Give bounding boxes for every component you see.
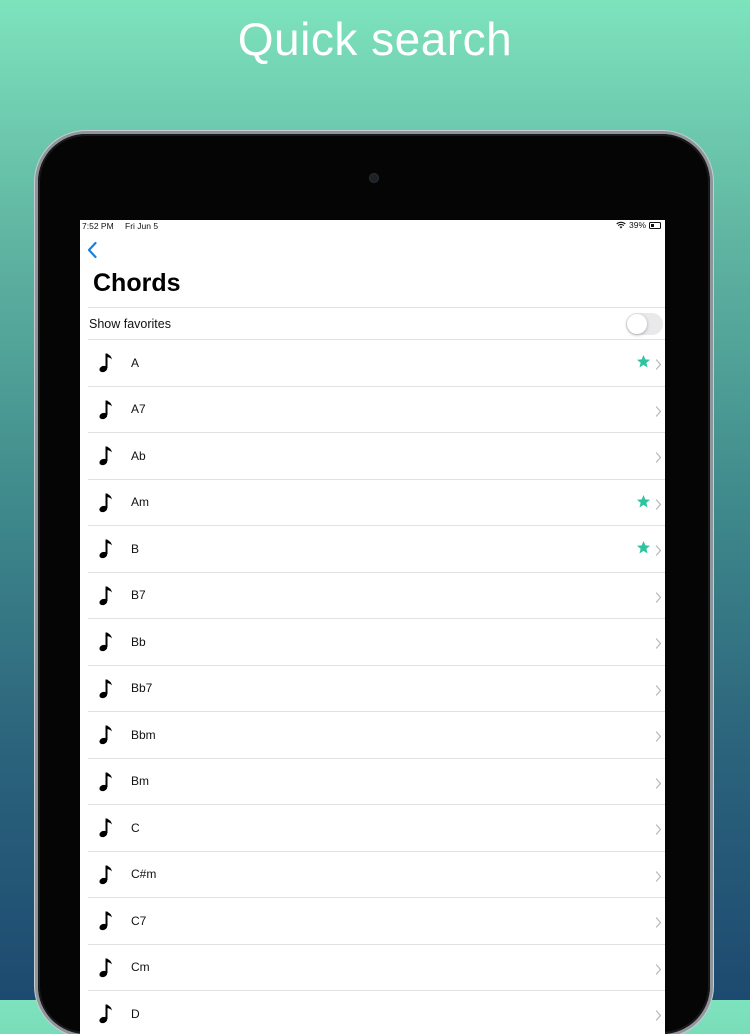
show-favorites-label: Show favorites — [89, 316, 171, 331]
show-favorites-toggle[interactable] — [626, 313, 663, 335]
chord-list: A A7 Ab Am B B7 Bb Bb7 Bbm Bm C C#m C7 Cm D — [80, 340, 665, 1034]
chord-row[interactable]: Bbm — [88, 712, 665, 759]
chord-row[interactable]: Ab — [88, 433, 665, 480]
status-bar: 7:52 PM Fri Jun 5 39% — [80, 220, 665, 232]
chord-row[interactable]: Cm — [88, 945, 665, 991]
show-favorites-row: Show favorites — [88, 308, 665, 340]
chevron-right-icon — [655, 590, 662, 603]
status-right: 39% — [616, 220, 661, 230]
music-note-icon — [98, 585, 114, 607]
chevron-right-icon — [655, 776, 662, 789]
chord-name: Bb7 — [131, 681, 153, 696]
chord-row[interactable]: D — [88, 991, 665, 1034]
chord-name: Am — [131, 495, 149, 510]
chord-name: D — [131, 1006, 140, 1021]
chord-name: B — [131, 541, 140, 556]
chord-row[interactable]: B7 — [88, 573, 665, 619]
chord-row[interactable]: Am — [88, 480, 665, 526]
chord-name: C7 — [131, 913, 147, 928]
chord-row[interactable]: Bb7 — [88, 666, 665, 712]
battery-percent: 39% — [628, 220, 646, 230]
app-screen: 7:52 PM Fri Jun 5 39% Chords Show favori… — [80, 220, 665, 1034]
favorite-star-icon — [636, 494, 651, 509]
title-area: Chords — [80, 266, 665, 307]
music-note-icon — [98, 957, 114, 979]
chord-name: Ab — [131, 448, 146, 463]
chord-row[interactable]: Bm — [88, 759, 665, 805]
status-date: Fri Jun 5 — [125, 221, 159, 231]
music-note-icon — [98, 724, 114, 746]
music-note-icon — [98, 352, 114, 374]
front-camera — [370, 174, 378, 182]
chord-name: Bm — [131, 774, 149, 789]
chord-row[interactable]: Bb — [88, 619, 665, 666]
chord-row[interactable]: A7 — [88, 387, 665, 433]
chord-name: C — [131, 820, 140, 835]
battery-icon — [649, 221, 661, 229]
chevron-right-icon — [655, 915, 662, 928]
wifi-icon — [616, 221, 626, 229]
chevron-right-icon — [655, 357, 662, 370]
chevron-right-icon — [655, 729, 662, 742]
music-note-icon — [98, 678, 114, 700]
music-note-icon — [98, 910, 114, 932]
music-note-icon — [98, 864, 114, 886]
chevron-right-icon — [655, 869, 662, 882]
music-note-icon — [98, 1003, 114, 1025]
chevron-left-icon[interactable] — [85, 240, 101, 260]
chord-name: Bbm — [131, 727, 156, 742]
music-note-icon — [98, 771, 114, 793]
chord-row[interactable]: C#m — [88, 852, 665, 898]
chevron-right-icon — [655, 636, 662, 649]
favorite-star-icon — [636, 540, 651, 555]
chevron-right-icon — [655, 822, 662, 835]
chord-name: A7 — [131, 402, 146, 417]
chevron-right-icon — [655, 497, 662, 510]
music-note-icon — [98, 538, 114, 560]
chord-name: A — [131, 355, 140, 370]
chevron-right-icon — [655, 404, 662, 417]
chord-name: B7 — [131, 588, 146, 603]
chevron-right-icon — [655, 962, 662, 975]
chord-name: Bb — [131, 634, 146, 649]
music-note-icon — [98, 631, 114, 653]
nav-bar — [80, 232, 665, 266]
page-title: Chords — [93, 269, 181, 297]
music-note-icon — [98, 399, 114, 421]
music-note-icon — [98, 445, 114, 467]
status-time: 7:52 PM — [82, 221, 114, 231]
chord-row[interactable]: C7 — [88, 898, 665, 945]
chevron-right-icon — [655, 543, 662, 556]
music-note-icon — [98, 817, 114, 839]
chevron-right-icon — [655, 683, 662, 696]
music-note-icon — [98, 492, 114, 514]
toggle-knob — [627, 314, 647, 334]
chord-row[interactable]: B — [88, 526, 665, 573]
promo-headline: Quick search — [237, 13, 513, 65]
tablet-frame: 7:52 PM Fri Jun 5 39% Chords Show favori… — [38, 134, 710, 1034]
chord-name: Cm — [131, 960, 150, 975]
chord-row[interactable]: A — [88, 340, 665, 387]
favorite-star-icon — [636, 354, 651, 369]
chevron-right-icon — [655, 1008, 662, 1021]
chord-row[interactable]: C — [88, 805, 665, 852]
chord-name: C#m — [131, 867, 157, 882]
chevron-right-icon — [655, 450, 662, 463]
